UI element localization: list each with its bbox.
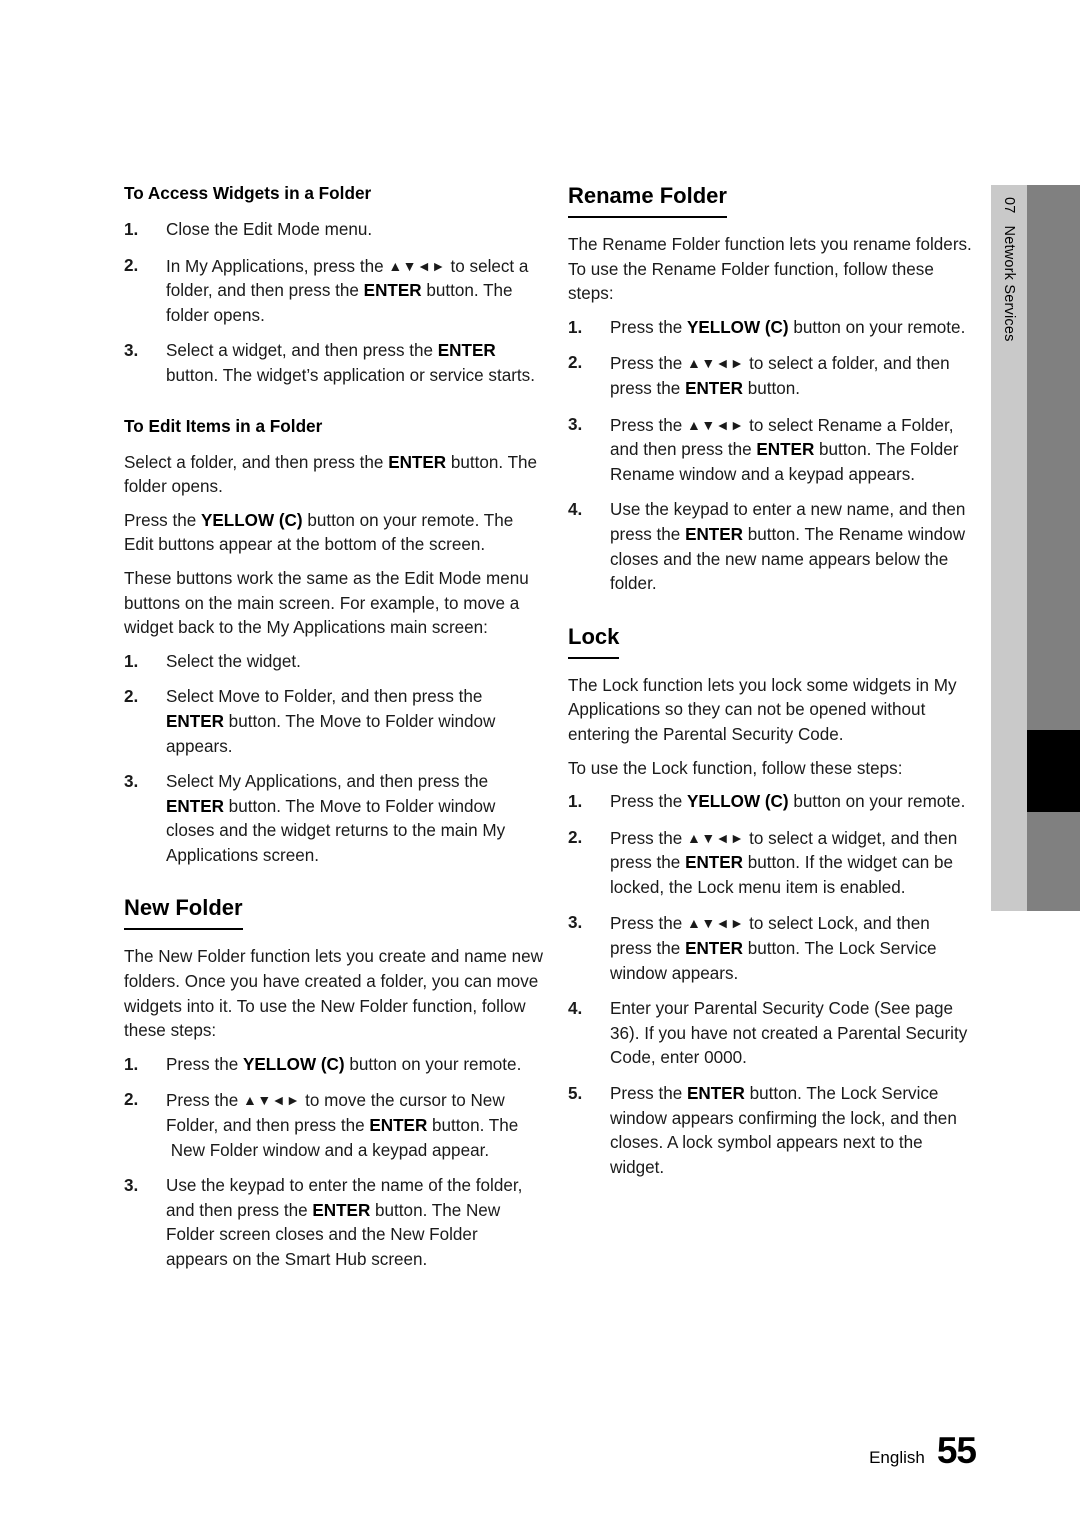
step-item: 3. Select My Applications, and then press…	[124, 770, 544, 868]
step-text: Close the Edit Mode menu.	[166, 220, 373, 239]
step-item: 2. Press the ▲▼◄► to select a widget, and…	[568, 826, 976, 901]
step-number: 1.	[568, 317, 583, 337]
chapter-tab-text: 07 Network Services	[991, 185, 1027, 911]
heading-wrap-new-folder: New Folder	[124, 894, 544, 931]
intro-lock-1: The Lock function lets you lock some wid…	[568, 675, 957, 744]
step-text: Select the widget.	[166, 651, 301, 671]
step-number: 2.	[568, 353, 583, 373]
section-heading-new-folder: New Folder	[124, 894, 243, 931]
chapter-label: Network Services	[1001, 225, 1017, 342]
step-number: 1.	[568, 792, 583, 812]
step-item: 1. Close the Edit Mode menu.	[124, 218, 544, 243]
footer-page-number: 55	[936, 1430, 977, 1471]
step-item: 2. Select Move to Folder, and then press …	[124, 685, 544, 759]
steps-lock: 1. Press the YELLOW (C) button on your re…	[568, 790, 976, 1180]
subheading-access-widgets: To Access Widgets in a Folder	[124, 183, 372, 203]
step-number: 2.	[124, 1090, 139, 1110]
step-number: 5.	[568, 1084, 583, 1104]
step-text: Press the YELLOW (C) button on your remo…	[610, 317, 966, 337]
steps-rename-folder: 1. Press the YELLOW (C) button on your re…	[568, 316, 976, 597]
section-heading-lock: Lock	[568, 623, 620, 659]
step-text: Press the ▲▼◄► to select a folder, and t…	[610, 354, 950, 398]
step-text: Select a widget, and then press the ENTE…	[166, 341, 535, 385]
chapter-side-tab: 07 Network Services	[991, 185, 1080, 911]
step-text: Select Move to Folder, and then press th…	[166, 687, 496, 756]
paragraph: Select a folder, and then press the ENTE…	[124, 452, 538, 497]
step-number: 4.	[568, 500, 583, 520]
step-text: Press the ▲▼◄► to move the cursor to New…	[166, 1091, 519, 1160]
step-number: 3.	[124, 772, 139, 792]
step-item: 3. Press the ▲▼◄► to select Rename a Fold…	[568, 413, 976, 488]
step-number: 3.	[568, 913, 583, 933]
section-heading-rename-folder: Rename Folder	[568, 182, 727, 218]
steps-edit-items: 1. Select the widget. 2. Select Move to Fol…	[124, 650, 544, 869]
step-number: 2.	[124, 255, 139, 275]
step-text: Enter your Parental Security Code (See p…	[610, 999, 968, 1068]
intro-lock-2: To use the Lock function, follow these s…	[568, 758, 903, 778]
step-item: 2. Press the ▲▼◄► to select a folder, and…	[568, 351, 976, 401]
step-item: 3. Use the keypad to enter the name of th…	[124, 1174, 544, 1272]
step-item: 2. Press the ▲▼◄► to move the cursor to N…	[124, 1088, 544, 1163]
step-text: Use the keypad to enter the name of the …	[166, 1176, 523, 1269]
step-item: 2. In My Applications, press the ▲▼◄► to …	[124, 254, 544, 329]
step-text: Press the ▲▼◄► to select Lock, and then …	[610, 914, 937, 983]
paragraph: Press the YELLOW (C) button on your remo…	[124, 510, 514, 555]
intro-rename-folder: The Rename Folder function lets you rena…	[568, 235, 972, 304]
step-number: 2.	[568, 827, 583, 847]
paragraph: These buttons work the same as the Edit …	[124, 568, 529, 638]
right-column: Rename Folder The Rename Folder function…	[568, 182, 976, 1180]
chapter-index-marker	[1027, 730, 1080, 812]
step-text: Press the ▲▼◄► to select a widget, and t…	[610, 828, 958, 897]
step-text: In My Applications, press the ▲▼◄► to se…	[166, 256, 529, 325]
step-item: 1. Select the widget.	[124, 650, 544, 675]
left-column: To Access Widgets in a Folder 1. Close th…	[124, 182, 544, 1273]
step-text: Select My Applications, and then press t…	[166, 772, 506, 865]
step-item: 1. Press the YELLOW (C) button on your re…	[124, 1053, 544, 1078]
steps-access-widgets: 1. Close the Edit Mode menu. 2. In My Appli…	[124, 218, 544, 389]
step-text: Use the keypad to enter a new name, and …	[610, 500, 966, 594]
step-item: 3. Select a widget, and then press the EN…	[124, 339, 544, 388]
step-text: Press the YELLOW (C) button on your remo…	[610, 792, 966, 812]
step-text: Press the YELLOW (C) button on your remo…	[166, 1054, 522, 1074]
step-item: 3. Press the ▲▼◄► to select Lock, and the…	[568, 911, 976, 986]
steps-new-folder: 1. Press the YELLOW (C) button on your re…	[124, 1053, 544, 1273]
chapter-number: 07	[1001, 197, 1017, 214]
step-item: 4. Enter your Parental Security Code (See…	[568, 997, 976, 1071]
step-text: Press the ENTER button. The Lock Service…	[610, 1084, 957, 1177]
step-item: 1. Press the YELLOW (C) button on your re…	[568, 316, 976, 341]
heading-wrap-rename-folder: Rename Folder	[568, 182, 976, 218]
intro-new-folder: The New Folder function lets you create …	[124, 947, 544, 1041]
step-number: 1.	[124, 1054, 139, 1074]
step-number: 4.	[568, 999, 583, 1019]
footer-language: English	[869, 1448, 925, 1467]
step-item: 4. Use the keypad to enter a new name, an…	[568, 498, 976, 596]
step-number: 3.	[568, 414, 583, 434]
step-text: Press the ▲▼◄► to select Rename a Folder…	[610, 415, 959, 484]
step-number: 3.	[124, 1176, 139, 1196]
page-footer: English 55	[869, 1430, 977, 1472]
heading-wrap-lock: Lock	[568, 623, 976, 659]
step-number: 1.	[124, 651, 139, 671]
paragraphs-edit-items: Select a folder, and then press the ENTE…	[124, 451, 544, 641]
step-item: 5. Press the ENTER button. The Lock Servi…	[568, 1082, 976, 1180]
subheading-edit-items: To Edit Items in a Folder	[124, 415, 323, 436]
step-item: 1. Press the YELLOW (C) button on your re…	[568, 790, 976, 815]
step-number: 2.	[124, 687, 139, 707]
step-number: 3.	[124, 341, 139, 361]
step-number: 1.	[124, 220, 139, 239]
